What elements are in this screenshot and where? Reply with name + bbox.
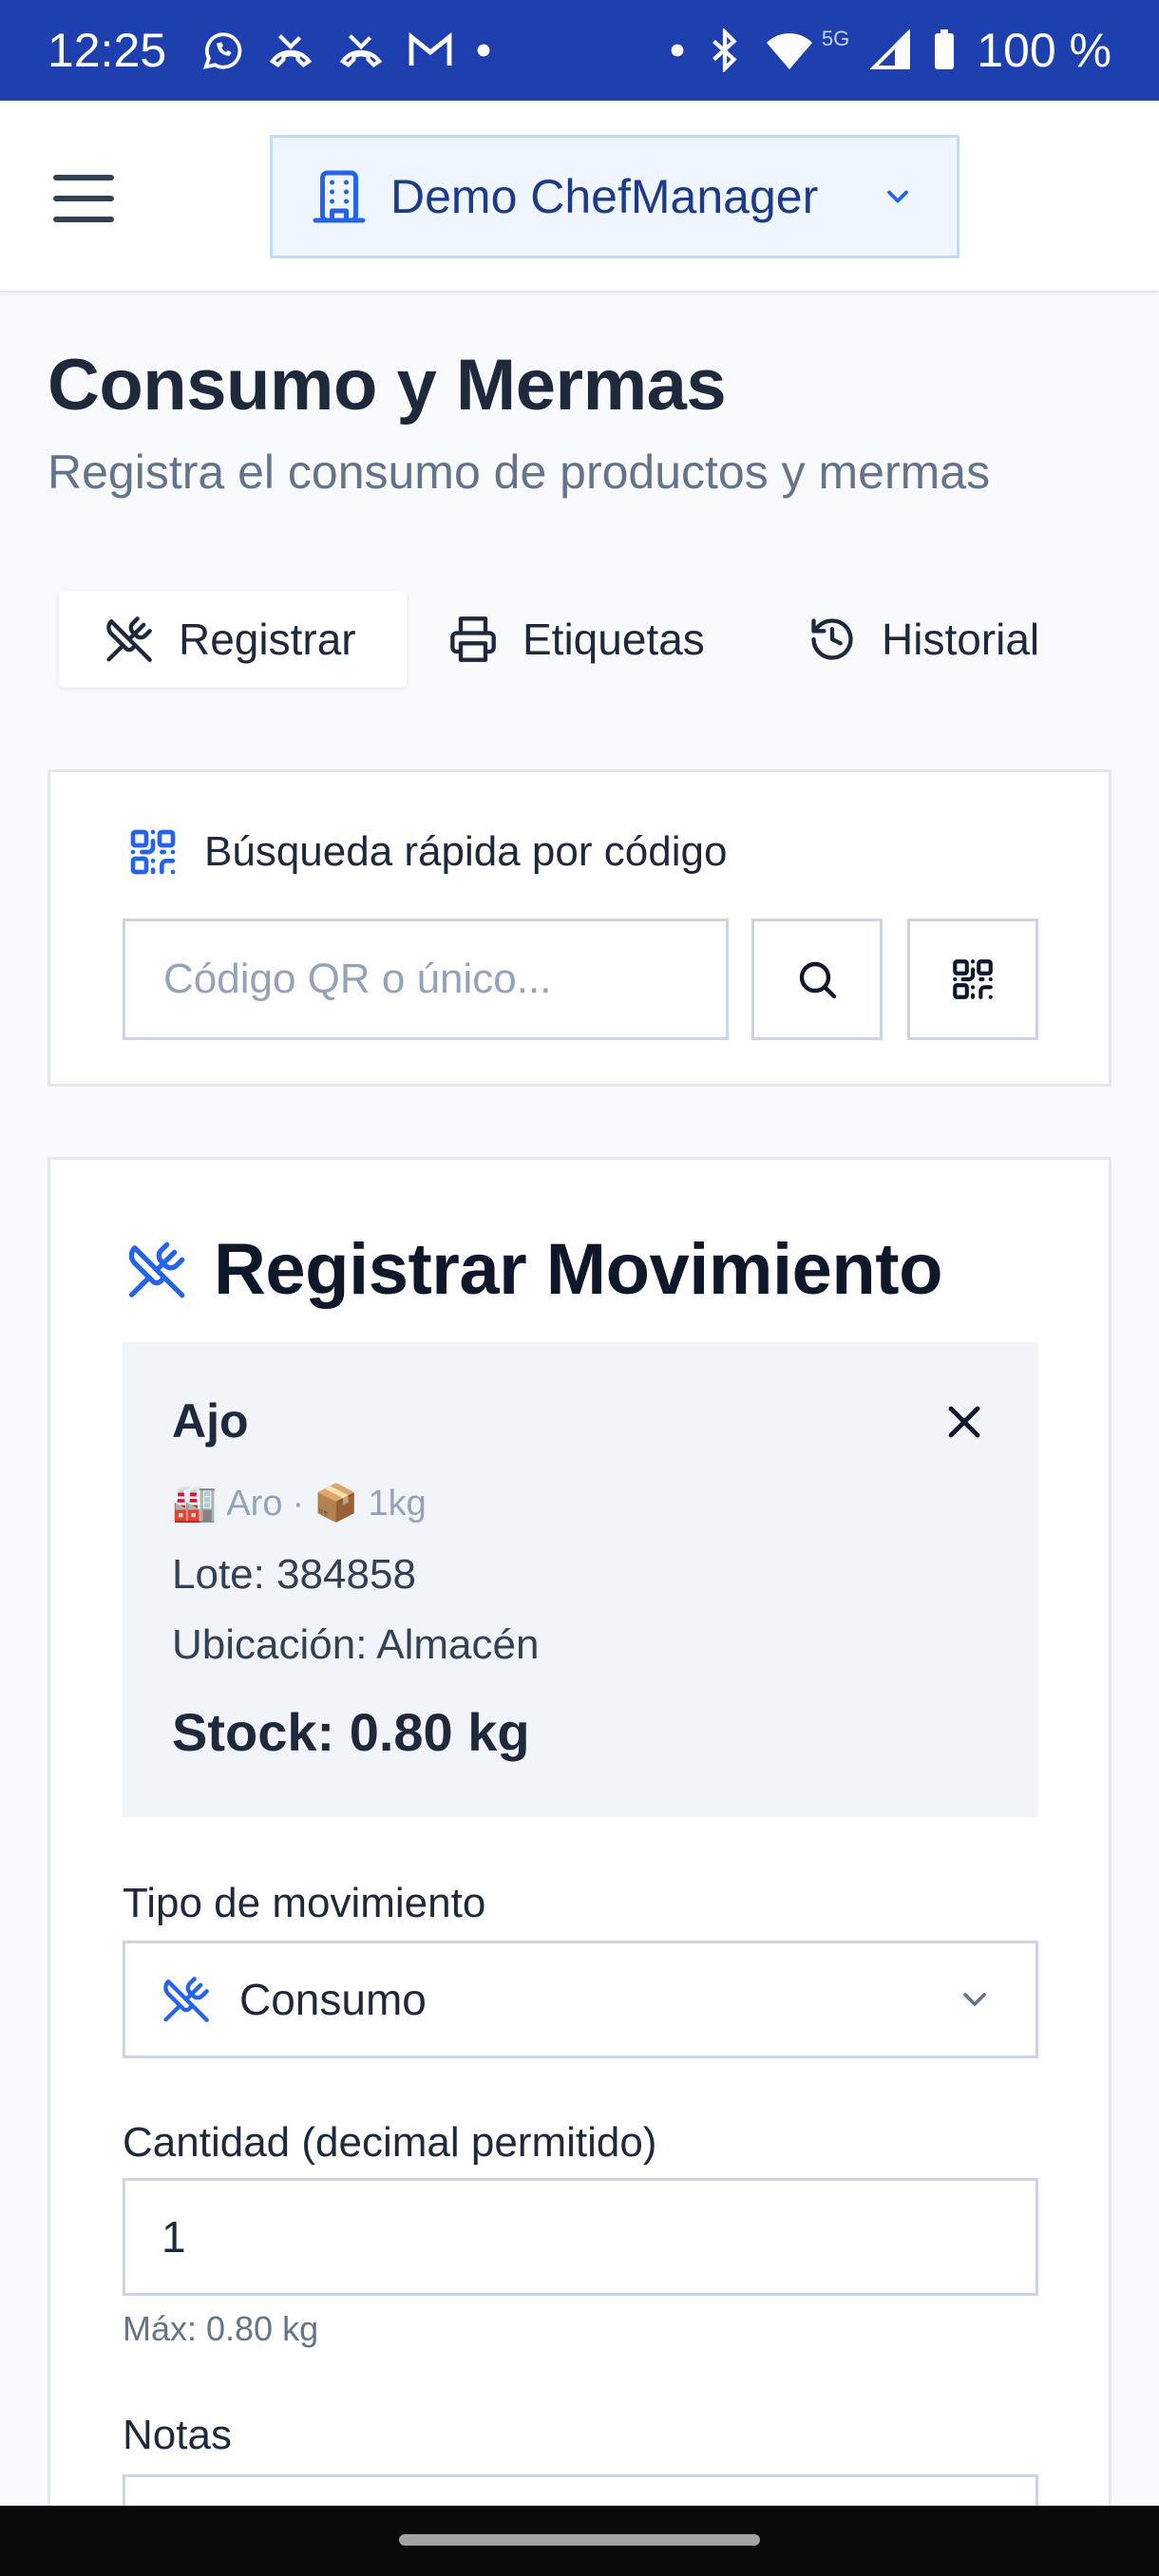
hamburger-icon-line [53,217,114,222]
whatsapp-icon [202,32,242,69]
product-name: Ajo [172,1394,249,1448]
battery-icon [935,29,955,69]
system-navigation-bar [0,2506,1159,2576]
printer-icon [450,616,496,662]
product-supplier: Aro [226,1483,283,1524]
tab-etiquetas[interactable]: Etiquetas [448,591,705,688]
product-meta: 🏭 Aro · 📦 1kg [172,1483,427,1525]
page-title: Consumo y Mermas [48,345,727,426]
product-lot: Lote: 384858 [172,1551,416,1598]
product-package: 1kg [368,1483,427,1524]
building-icon [313,170,366,223]
register-title: Registrar Movimiento [126,1228,943,1311]
utensils-crossed-icon [106,616,152,662]
quantity-max-hint: Máx: 0.80 kg [123,2309,319,2348]
tab-label: Historial [882,615,1040,664]
app-header: Demo ChefManager [0,101,1159,293]
movement-type-select[interactable]: Consumo [123,1941,1038,2058]
tab-bar: Registrar Etiquetas Historial [59,591,1104,688]
page-subtitle: Registra el consumo de productos y merma… [48,445,991,499]
bluetooth-icon [712,28,737,72]
notification-dot-icon [477,44,490,57]
gmail-icon [408,32,452,66]
register-title-text: Registrar Movimiento [214,1229,943,1310]
status-time: 12:25 [48,24,167,77]
notes-label: Notas [123,2412,232,2458]
battery-percentage: 100 % [977,24,1112,77]
quick-search-header: Búsqueda rápida por código [126,825,727,879]
missed-call-icon [269,34,313,68]
tab-historial[interactable]: Historial [808,591,1039,688]
movement-type-value: Consumo [239,1975,427,2024]
search-icon [799,961,837,999]
tab-label: Registrar [179,615,356,664]
chevron-down-icon [887,190,908,203]
tab-label: Etiquetas [522,615,705,664]
factory-icon: 🏭 [172,1484,218,1524]
tab-registrar[interactable]: Registrar [59,591,407,688]
qr-code-icon [130,829,176,875]
wifi-icon [766,33,812,69]
menu-button[interactable] [48,167,120,230]
register-movement-card: Registrar Movimiento Ajo 🏭 Aro · 📦 1kg L… [48,1157,1112,2576]
movement-type-label: Tipo de movimiento [123,1880,486,1926]
code-search-input[interactable] [123,919,729,1040]
scan-qr-button[interactable] [907,919,1038,1040]
product-stock: Stock: 0.80 kg [172,1702,530,1762]
qr-scan-icon [953,959,993,999]
notification-dot-icon-right [671,44,684,57]
quick-search-title: Búsqueda rápida por código [204,828,728,875]
tenant-selector[interactable]: Demo ChefManager [270,135,960,258]
missed-call-icon-2 [339,34,383,68]
status-bar: 12:25 5G 100 % [0,0,1159,101]
quantity-label: Cantidad (decimal permitido) [123,2119,657,2166]
utensils-crossed-icon [128,1241,185,1297]
utensils-crossed-icon [163,1977,209,2022]
search-button[interactable] [751,919,883,1040]
close-icon[interactable] [941,1399,987,1445]
history-icon [811,618,853,660]
quick-search-card: Búsqueda rápida por código [48,769,1112,1087]
selected-product-panel: Ajo 🏭 Aro · 📦 1kg Lote: 384858 Ubicación… [123,1342,1038,1817]
chevron-down-icon [963,1993,986,2006]
signal-icon [870,29,911,69]
tenant-name: Demo ChefManager [390,170,819,223]
home-gesture-handle[interactable] [399,2534,760,2546]
product-location: Ubicación: Almacén [172,1621,540,1668]
meta-separator: · [292,1483,305,1524]
hamburger-icon-line [53,196,114,201]
quantity-input[interactable] [123,2178,1038,2296]
network-type-label: 5G [821,27,850,50]
hamburger-icon-line [53,175,114,180]
package-icon: 📦 [314,1484,359,1524]
